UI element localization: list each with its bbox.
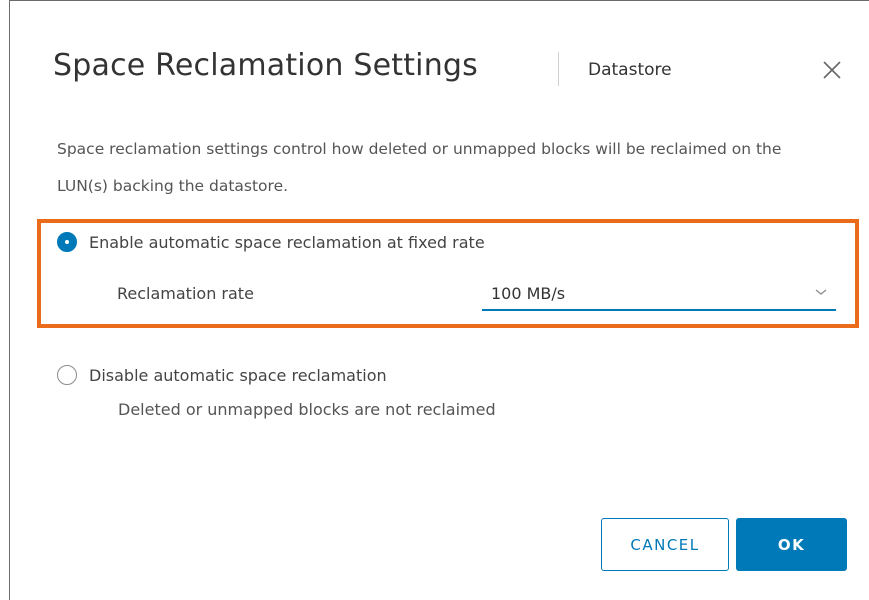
dialog-subtitle: Datastore <box>588 60 672 80</box>
disable-reclamation-note: Deleted or unmapped blocks are not recla… <box>118 400 496 419</box>
disable-reclamation-radio[interactable] <box>57 365 77 385</box>
dialog-title: Space Reclamation Settings <box>53 48 478 83</box>
enable-reclamation-option[interactable]: Enable automatic space reclamation at fi… <box>57 232 485 252</box>
close-icon <box>823 61 841 79</box>
disable-reclamation-label: Disable automatic space reclamation <box>89 365 387 385</box>
reclamation-rate-label: Reclamation rate <box>117 284 254 303</box>
enable-reclamation-label: Enable automatic space reclamation at fi… <box>89 232 485 252</box>
enable-reclamation-radio[interactable] <box>57 232 77 252</box>
reclamation-rate-select[interactable]: 100 MB/s <box>482 278 836 311</box>
dialog-header: Space Reclamation Settings Datastore <box>10 1 869 135</box>
chevron-down-icon <box>815 289 827 295</box>
reclamation-rate-value: 100 MB/s <box>491 284 566 303</box>
dialog-description: Space reclamation settings control how d… <box>57 140 782 195</box>
ok-button[interactable]: OK <box>736 518 847 571</box>
close-button[interactable] <box>816 54 848 86</box>
title-divider <box>558 52 559 86</box>
disable-reclamation-option[interactable]: Disable automatic space reclamation <box>57 365 387 385</box>
space-reclamation-dialog: Space Reclamation Settings Datastore Spa… <box>9 0 869 600</box>
cancel-button[interactable]: CANCEL <box>601 518 729 571</box>
